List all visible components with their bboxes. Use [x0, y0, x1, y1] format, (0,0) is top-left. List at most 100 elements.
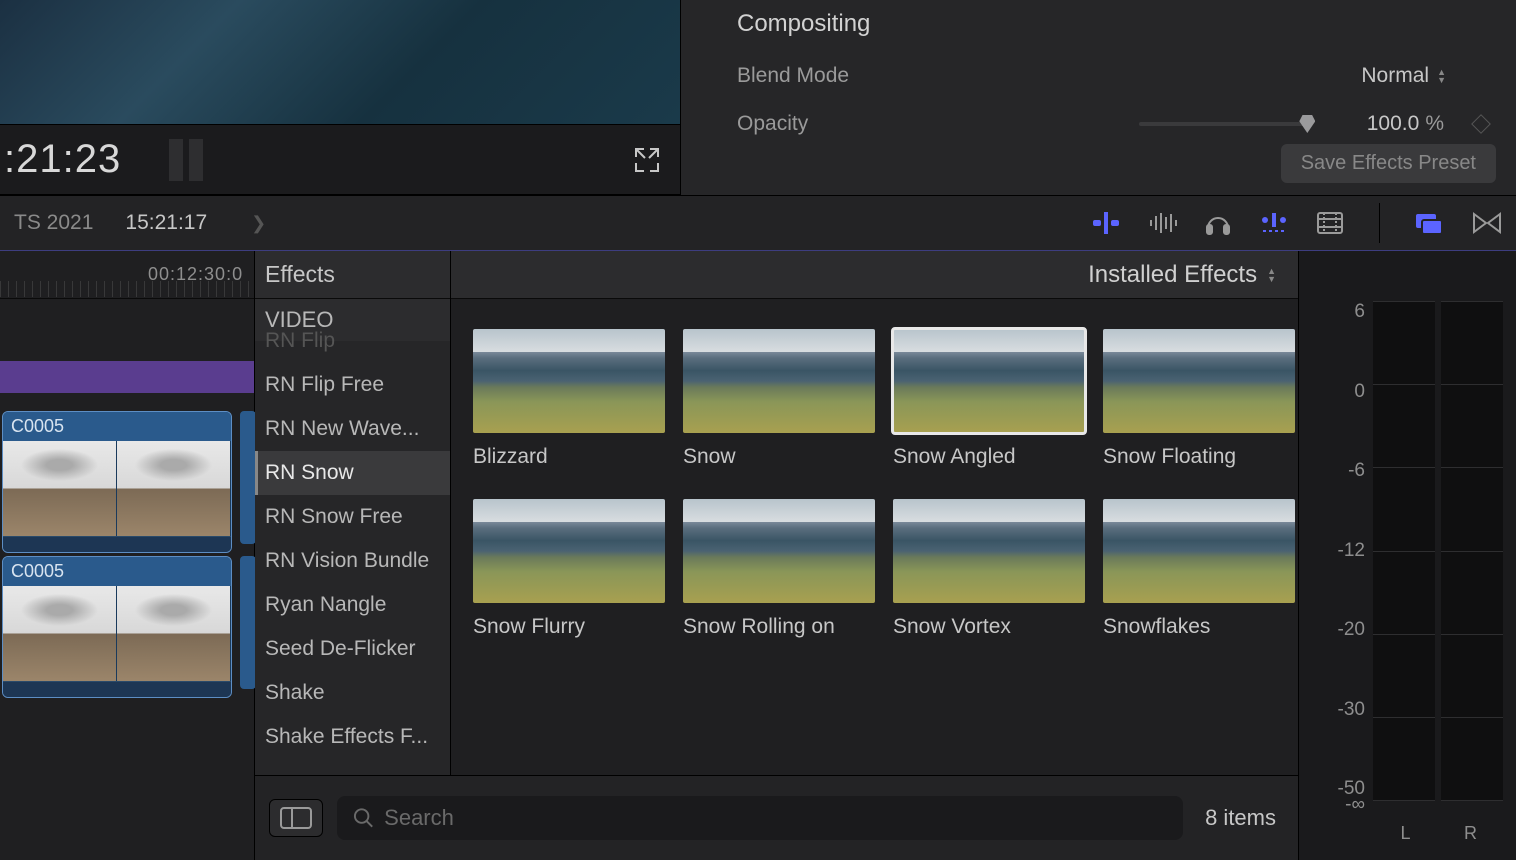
meter-tick-label: -30: [1313, 699, 1365, 721]
effect-thumbnail[interactable]: [1103, 329, 1295, 433]
effects-category-sidebar: Effects VIDEO RN Flip RN Flip FreeRN New…: [255, 251, 451, 775]
blend-mode-label: Blend Mode: [737, 64, 987, 88]
effects-category-item[interactable]: RN Flip Free: [255, 363, 450, 407]
effects-browser-icon[interactable]: [1416, 211, 1444, 235]
effect-preset[interactable]: Snow Flurry: [473, 499, 665, 639]
effect-label: Snow Vortex: [893, 615, 1085, 639]
meter-infinity: -∞: [1313, 794, 1365, 816]
solo-icon[interactable]: [1205, 210, 1231, 236]
effect-thumbnail[interactable]: [893, 499, 1085, 603]
timeline-ruler[interactable]: 00:12:30:0: [0, 251, 254, 299]
meter-bars: [1373, 301, 1503, 800]
effect-preset[interactable]: Snow Angled: [893, 329, 1085, 469]
transitions-browser-icon[interactable]: [1472, 212, 1502, 234]
effect-preset[interactable]: Snow Vortex: [893, 499, 1085, 639]
keyframe-icon[interactable]: [1471, 114, 1491, 134]
effects-category-item[interactable]: RN Snow: [255, 451, 450, 495]
effect-label: Snow: [683, 445, 875, 469]
audio-level-indicator: [169, 139, 203, 181]
effects-browser: Installed Effects ▲▼ Blizzard Snow Snow An…: [451, 251, 1298, 775]
effect-label: Snow Floating: [1103, 445, 1295, 469]
search-field[interactable]: [337, 796, 1183, 840]
effects-category-item[interactable]: Seed De-Flicker: [255, 627, 450, 671]
effects-footer: 8 items: [255, 775, 1298, 860]
search-input[interactable]: [384, 805, 1167, 831]
effects-category-item[interactable]: Shake: [255, 671, 450, 715]
timeline-index-icon[interactable]: [1317, 212, 1343, 234]
effects-scope-dropdown[interactable]: Installed Effects ▲▼: [1088, 261, 1276, 289]
effect-preset[interactable]: Snowflakes: [1103, 499, 1295, 639]
effect-thumbnail[interactable]: [1103, 499, 1295, 603]
viewer-toolbar: :21:23: [0, 125, 680, 195]
effect-label: Snow Rolling on: [683, 615, 875, 639]
audio-skimming-icon[interactable]: [1149, 212, 1177, 234]
save-effects-preset-button[interactable]: Save Effects Preset: [1281, 144, 1496, 183]
timeline-title-clip[interactable]: [0, 361, 254, 393]
viewer-timecode: :21:23: [0, 137, 121, 182]
effects-item-count: 8 items: [1197, 805, 1284, 831]
effects-category-item[interactable]: RN Flip: [255, 329, 450, 363]
search-icon: [353, 807, 374, 829]
effect-thumbnail[interactable]: [473, 499, 665, 603]
meter-scale: 60-6-12-20-30-50: [1313, 301, 1365, 800]
effect-label: Blizzard: [473, 445, 665, 469]
stepper-icon: ▲▼: [1437, 68, 1446, 84]
inspector-section-title: Compositing: [737, 10, 1488, 38]
effects-grid: Blizzard Snow Snow Angled Snow Floating Snow…: [451, 299, 1298, 669]
clip-name: C0005: [3, 412, 231, 441]
meter-tick-label: -6: [1313, 460, 1365, 482]
snapping-icon[interactable]: [1259, 211, 1289, 235]
timeline-clip-edge[interactable]: [240, 411, 256, 544]
meter-tick-label: -20: [1313, 619, 1365, 641]
effect-thumbnail[interactable]: [473, 329, 665, 433]
opacity-value[interactable]: 100.0: [1329, 112, 1419, 136]
meter-channel-r: R: [1438, 823, 1503, 844]
timeline-clip[interactable]: C0005: [2, 556, 232, 698]
effects-category-item[interactable]: Ryan Nangle: [255, 583, 450, 627]
effects-category-item[interactable]: Shake Effects F...: [255, 715, 450, 759]
timeline-panel[interactable]: 00:12:30:0 C0005 C0005: [0, 251, 255, 860]
effects-category-list[interactable]: VIDEO RN Flip RN Flip FreeRN New Wave...…: [255, 299, 450, 775]
effects-scope-label: Installed Effects: [1088, 261, 1257, 289]
meter-channel-l: L: [1373, 823, 1438, 844]
timeline-clip-edge[interactable]: [240, 556, 256, 689]
blend-mode-row: Blend Mode Normal ▲▼: [737, 52, 1488, 100]
meter-tick-label: 0: [1313, 381, 1365, 403]
effect-thumbnail[interactable]: [893, 329, 1085, 433]
effect-preset[interactable]: Snow Rolling on: [683, 499, 875, 639]
view-mode-toggle[interactable]: [269, 799, 323, 837]
effect-label: Snow Angled: [893, 445, 1085, 469]
opacity-label: Opacity: [737, 112, 987, 136]
slider-thumb-icon[interactable]: [1299, 115, 1315, 133]
effect-thumbnail[interactable]: [683, 499, 875, 603]
effect-preset[interactable]: Blizzard: [473, 329, 665, 469]
chevron-right-icon[interactable]: ❯: [251, 213, 266, 234]
effects-category-item[interactable]: RN Snow Free: [255, 495, 450, 539]
effect-thumbnail[interactable]: [683, 329, 875, 433]
blend-mode-select[interactable]: Normal ▲▼: [1361, 64, 1488, 88]
audio-meters: 60-6-12-20-30-50 -∞ L R: [1298, 251, 1516, 860]
effects-panel-title: Effects: [255, 251, 450, 299]
effect-preset[interactable]: Snow: [683, 329, 875, 469]
project-bar: TS 2021 15:21:17 ❯: [0, 195, 1516, 251]
chevron-updown-icon: ▲▼: [1267, 267, 1276, 283]
timeline-clip[interactable]: C0005: [2, 411, 232, 553]
meter-tick-label: 6: [1313, 301, 1365, 323]
skimming-icon[interactable]: [1091, 212, 1121, 234]
opacity-slider[interactable]: [1139, 122, 1309, 126]
inspector-panel: Compositing Blend Mode Normal ▲▼ Opacity…: [680, 0, 1516, 195]
effect-preset[interactable]: Snow Floating: [1103, 329, 1295, 469]
clip-name: C0005: [3, 557, 231, 586]
opacity-row: Opacity 100.0 %: [737, 100, 1488, 148]
blend-mode-value: Normal: [1361, 64, 1429, 88]
fullscreen-icon[interactable]: [632, 145, 662, 175]
effect-label: Snow Flurry: [473, 615, 665, 639]
project-name[interactable]: TS 2021: [14, 211, 93, 235]
effects-category-item[interactable]: RN New Wave...: [255, 407, 450, 451]
opacity-unit: %: [1425, 112, 1444, 136]
meter-channel-labels: L R: [1373, 823, 1503, 844]
viewer-preview: [0, 0, 680, 125]
meter-tick-label: -12: [1313, 540, 1365, 562]
effects-scope-header: Installed Effects ▲▼: [451, 251, 1298, 299]
effects-category-item[interactable]: RN Vision Bundle: [255, 539, 450, 583]
